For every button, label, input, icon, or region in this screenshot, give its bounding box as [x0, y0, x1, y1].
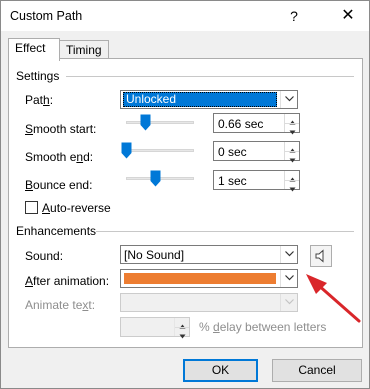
tab-effect[interactable]: Effect: [8, 38, 60, 61]
after-animation-dropdown[interactable]: [120, 269, 298, 288]
after-animation-label: After animation:: [25, 274, 110, 288]
path-label: Path:: [25, 93, 54, 107]
smooth-start-up-button[interactable]: [285, 114, 299, 125]
chevron-down-icon: [280, 294, 297, 311]
smooth-start-label: Smooth start:: [25, 122, 97, 136]
bounce-end-up-button[interactable]: [285, 171, 299, 182]
delay-up-button[interactable]: [175, 318, 189, 329]
ok-button[interactable]: OK: [183, 359, 258, 382]
delay-label: % delay between letters: [199, 320, 327, 334]
chevron-down-icon: [280, 91, 297, 108]
enhancements-group-label: Enhancements: [16, 224, 97, 238]
smooth-end-slider-track[interactable]: [126, 149, 194, 152]
speaker-icon: [315, 249, 324, 263]
help-button[interactable]: ?: [283, 5, 305, 27]
window-title: Custom Path: [10, 9, 83, 23]
close-button[interactable]: ✕: [331, 3, 365, 29]
bounce-end-down-button[interactable]: [285, 180, 299, 192]
bounce-end-spinner[interactable]: 1 sec: [213, 170, 300, 192]
sound-value: [No Sound]: [124, 248, 185, 262]
sound-dropdown[interactable]: [No Sound]: [120, 245, 298, 264]
smooth-end-value: 0 sec: [218, 145, 247, 159]
path-value: Unlocked: [123, 92, 277, 107]
title-bar: Custom Path ? ✕: [1, 1, 369, 31]
delay-spinner[interactable]: [120, 317, 190, 339]
after-animation-color-swatch: [124, 273, 276, 284]
smooth-start-value: 0.66 sec: [218, 117, 264, 131]
sound-volume-button[interactable]: [310, 245, 332, 267]
custom-path-dialog: Custom Path ? ✕ Effect Timing Settings P…: [0, 0, 370, 389]
smooth-start-slider-track[interactable]: [126, 121, 194, 124]
smooth-start-spinner[interactable]: 0.66 sec: [213, 113, 300, 135]
bounce-end-slider-thumb[interactable]: [150, 170, 161, 187]
sound-label: Sound:: [25, 249, 64, 263]
smooth-end-up-button[interactable]: [285, 142, 299, 153]
tab-effect-label: Effect: [15, 41, 46, 55]
auto-reverse-checkbox[interactable]: [25, 201, 38, 214]
bounce-end-value: 1 sec: [218, 174, 247, 188]
settings-divider: [66, 76, 354, 77]
auto-reverse-label: Auto-reverse: [42, 201, 111, 215]
smooth-end-down-button[interactable]: [285, 151, 299, 163]
enhancements-divider: [96, 231, 354, 232]
smooth-start-slider-thumb[interactable]: [140, 114, 151, 131]
smooth-end-spinner[interactable]: 0 sec: [213, 141, 300, 163]
animate-text-label: Animate text:: [25, 298, 96, 312]
cancel-button[interactable]: Cancel: [272, 359, 362, 382]
path-dropdown[interactable]: Unlocked: [120, 90, 298, 109]
smooth-end-slider-thumb[interactable]: [121, 142, 132, 159]
delay-down-button[interactable]: [175, 327, 189, 339]
smooth-end-label: Smooth end:: [25, 150, 94, 164]
animate-text-dropdown[interactable]: [120, 293, 298, 312]
chevron-down-icon: [280, 246, 297, 263]
chevron-down-icon: [280, 270, 297, 287]
smooth-start-down-button[interactable]: [285, 123, 299, 135]
tab-timing-label: Timing: [66, 43, 102, 57]
bounce-end-label: Bounce end:: [25, 178, 93, 192]
settings-group-label: Settings: [16, 69, 60, 83]
